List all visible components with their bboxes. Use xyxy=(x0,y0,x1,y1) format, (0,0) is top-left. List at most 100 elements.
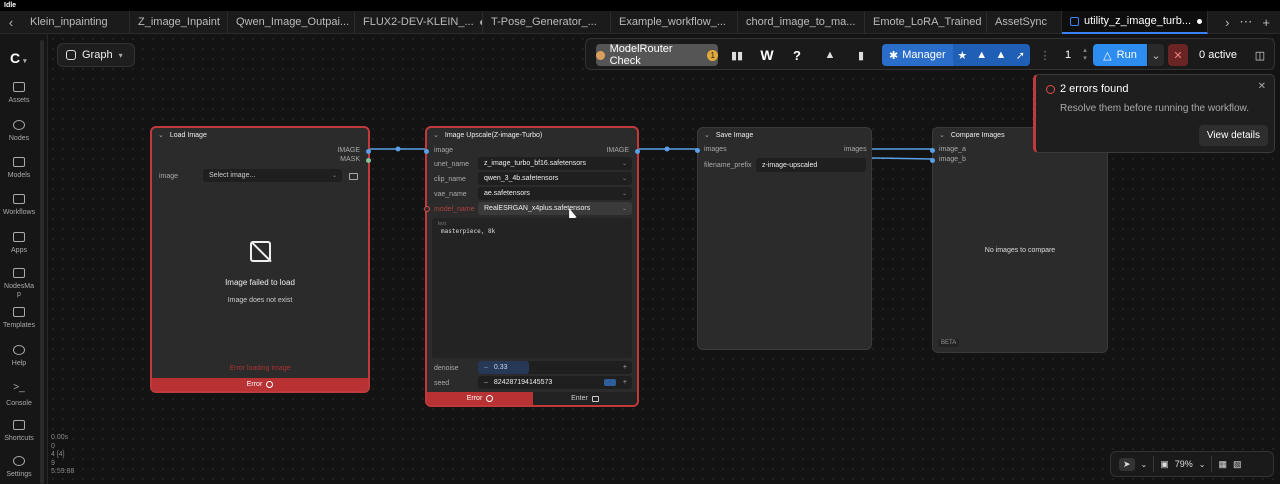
sidebar-item-nodes[interactable]: Nodes xyxy=(0,120,38,142)
sidebar-item-shortcuts[interactable]: Shortcuts xyxy=(0,420,38,442)
batch-count-input[interactable]: 1 xyxy=(1056,44,1080,66)
collapse-chevron-icon[interactable]: ⌄ xyxy=(433,131,439,139)
pointer-tool-icon[interactable]: ➤ xyxy=(1119,457,1135,471)
collapse-chevron-icon[interactable]: ⌄ xyxy=(704,131,710,139)
keyboard-icon xyxy=(13,420,25,430)
tab-utility-z-image-turbo[interactable]: utility_z_image_turb... xyxy=(1062,10,1208,34)
image-select[interactable]: Select image... ⌄ xyxy=(203,169,342,182)
node-error-footer[interactable]: Error xyxy=(152,378,368,391)
modelrouter-check-button[interactable]: ModelRouter Check 1 xyxy=(596,43,718,67)
vae-name-select[interactable]: ae.safetensors ⌄ xyxy=(478,187,632,200)
w-button[interactable]: W xyxy=(757,44,777,66)
beta-badge: BETA xyxy=(938,339,960,347)
tab-scroll-left-icon[interactable]: ‹ xyxy=(0,11,22,34)
sidebar-item-console[interactable]: >_ Console xyxy=(0,383,38,408)
node-load-image[interactable]: ⌄ Load Image IMAGE MASK image Select ima… xyxy=(150,126,371,393)
sidebar-item-help[interactable]: Help xyxy=(0,345,38,367)
image-failed-title: Image failed to load xyxy=(225,278,295,287)
tab-t-pose-generator[interactable]: T-Pose_Generator_... xyxy=(483,10,611,34)
text-prompt-area[interactable]: text masterpiece, 8k xyxy=(432,218,632,358)
view-details-button[interactable]: View details xyxy=(1198,125,1268,146)
denoise-slider[interactable]: – 0.33 + xyxy=(478,361,632,374)
sidebar-item-templates[interactable]: Templates xyxy=(0,307,38,329)
node-compare-images[interactable]: ⌄ Compare Images image_a image_b No imag… xyxy=(930,127,1108,353)
bookmark-icon[interactable]: ▮ xyxy=(852,44,870,66)
link-visibility-icon[interactable]: ▧ xyxy=(1233,459,1242,470)
panel-toggle-icon[interactable]: ◫ xyxy=(1250,44,1270,66)
input-image-port[interactable] xyxy=(424,149,429,154)
sidebar-item-settings[interactable]: Settings xyxy=(0,456,38,478)
shuffle-icon[interactable] xyxy=(604,379,616,386)
share-icon[interactable]: ➚ xyxy=(1011,49,1030,62)
node-save-image[interactable]: ⌄ Save Image images filename_prefix z-im… xyxy=(695,127,872,350)
chevron-down-icon[interactable]: ⌄ xyxy=(1199,460,1206,469)
output-mask-port[interactable] xyxy=(366,158,371,163)
increment-icon[interactable]: + xyxy=(623,364,627,371)
nodes-icon[interactable]: ▲ xyxy=(991,49,1010,61)
close-icon[interactable]: ✕ xyxy=(1258,81,1266,92)
sidebar-item-models[interactable]: Models xyxy=(0,157,38,179)
chevron-down-icon[interactable]: ⌄ xyxy=(1141,460,1148,469)
run-options-chevron-icon[interactable]: ⌄ xyxy=(1148,44,1164,66)
node-title: Load Image xyxy=(169,131,207,139)
collapse-chevron-icon[interactable]: ⌄ xyxy=(939,131,945,139)
sidebar-item-apps[interactable]: Apps xyxy=(0,232,38,254)
cancel-run-button[interactable]: ✕ xyxy=(1168,44,1188,66)
upload-folder-icon[interactable] xyxy=(349,173,358,180)
model-name-select[interactable]: RealESRGAN_x4plus.safetensors ⌄ xyxy=(478,202,632,215)
error-toast: 2 errors found ✕ Resolve them before run… xyxy=(1033,74,1275,153)
active-queue-count[interactable]: 0 active xyxy=(1194,44,1242,66)
run-button[interactable]: △ Run xyxy=(1093,44,1147,66)
fit-view-icon[interactable]: ▣ xyxy=(1160,459,1169,470)
tab-z-image-inpaint[interactable]: Z_image_Inpaint xyxy=(130,10,228,34)
model-error-port[interactable] xyxy=(424,206,430,212)
input-image-b-port[interactable] xyxy=(930,158,935,163)
enter-subgraph-button[interactable]: Enter xyxy=(533,392,637,405)
zoom-level[interactable]: 79% xyxy=(1175,459,1193,469)
clip-name-select[interactable]: qwen_3_4b.safetensors ⌄ xyxy=(478,172,632,185)
sidebar-item-workflows[interactable]: Workflows xyxy=(0,194,38,216)
input-images-port[interactable] xyxy=(695,148,700,153)
help-button[interactable]: ? xyxy=(787,44,807,66)
chevron-down-icon: ⌄ xyxy=(331,173,337,179)
decrement-icon[interactable]: – xyxy=(484,379,488,386)
tab-example-workflow[interactable]: Example_workflow_... xyxy=(611,10,738,34)
input-image-a-port[interactable] xyxy=(930,148,935,153)
tab-klein-inpainting[interactable]: Klein_inpainting xyxy=(22,10,130,34)
output-mask-label: MASK xyxy=(340,156,360,163)
manager-button[interactable]: ✱ Manager xyxy=(882,44,953,66)
tab-assetsync[interactable]: AssetSync xyxy=(987,10,1062,34)
output-image-port[interactable] xyxy=(366,149,371,154)
node-image-upscale[interactable]: ⌄ Image Upscale(Z-image-Turbo) image IMA… xyxy=(424,126,640,407)
sidebar-scrollbar[interactable] xyxy=(40,40,44,484)
filename-prefix-input[interactable]: z-image-upscaled xyxy=(756,158,866,172)
logo-icon[interactable]: ▲ xyxy=(816,44,844,66)
node-error-footer[interactable]: Error xyxy=(427,392,533,405)
seed-input[interactable]: – 824287194145573 + xyxy=(478,376,632,389)
stats-bars-icon[interactable]: ▮▮ xyxy=(727,44,747,66)
sidebar-item-nodesmap[interactable]: NodesMa p xyxy=(0,268,38,299)
network-icon xyxy=(13,268,25,278)
tab-emote-lora[interactable]: Emote_LoRA_Trained xyxy=(865,10,987,34)
more-options-icon[interactable]: ⋯ xyxy=(1239,14,1252,30)
star-icon[interactable]: ★ xyxy=(953,49,972,62)
output-image-port[interactable] xyxy=(635,149,640,154)
batch-stepper[interactable]: ▴ ▾ xyxy=(1080,44,1090,66)
increment-icon[interactable]: + xyxy=(623,379,627,386)
drag-handle-icon[interactable]: ⋮ xyxy=(1040,44,1051,66)
tab-scroll-right-icon[interactable]: › xyxy=(1225,15,1229,30)
graph-selector[interactable]: Graph ▾ xyxy=(57,43,135,67)
collapse-chevron-icon[interactable]: ⌄ xyxy=(158,131,164,139)
minimap-icon[interactable]: ▦ xyxy=(1218,459,1227,470)
output-image-label: IMAGE xyxy=(606,147,629,154)
model-icon[interactable]: ▲ xyxy=(972,49,991,61)
new-tab-icon[interactable]: + xyxy=(1262,15,1270,30)
tab-flux2-dev-klein[interactable]: FLUX2-DEV-KLEIN_... xyxy=(355,10,483,34)
output-images-label: images xyxy=(844,146,867,153)
sidebar-item-assets[interactable]: Assets xyxy=(0,82,38,104)
apps-icon xyxy=(13,232,25,242)
comfy-logo-icon[interactable]: C ▾ xyxy=(10,50,27,66)
tab-chord-image[interactable]: chord_image_to_ma... xyxy=(738,10,865,34)
tab-qwen-image-outpaint[interactable]: Qwen_Image_Outpai... xyxy=(228,10,355,34)
unet-name-select[interactable]: z_image_turbo_bf16.safetensors ⌄ xyxy=(478,157,632,170)
